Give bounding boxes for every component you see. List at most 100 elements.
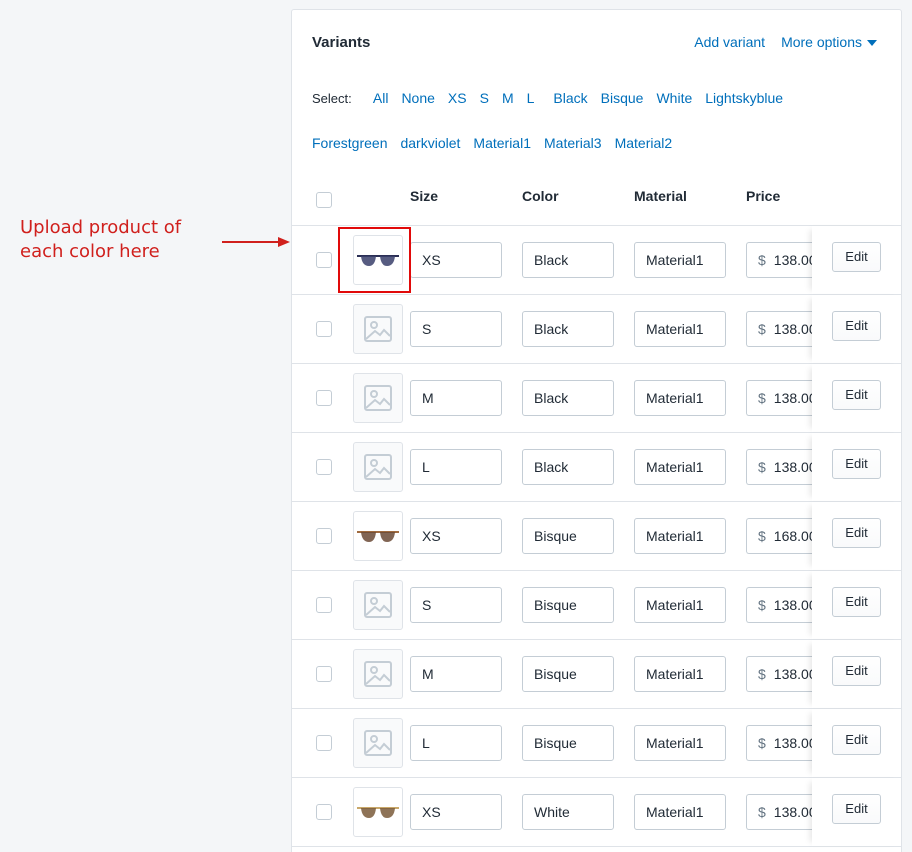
color-value: Black [534,390,569,406]
select-option-darkviolet[interactable]: darkviolet [400,135,460,151]
row-checkbox[interactable] [316,735,332,751]
variants-title: Variants [312,34,371,51]
annotation-arrow-icon [222,237,290,247]
add-variant-link[interactable]: Add variant [694,34,765,50]
edit-button[interactable]: Edit [832,518,881,548]
gold-aviator-sunglasses-icon [356,801,400,823]
material-field[interactable]: Material1 [634,449,726,485]
select-option-material3[interactable]: Material3 [544,135,602,151]
select-option-black[interactable]: Black [553,90,587,106]
select-option-lightskyblue[interactable]: Lightskyblue [705,90,783,106]
size-field[interactable]: S [410,587,502,623]
select-option-material2[interactable]: Material2 [615,135,673,151]
material-value: Material1 [646,252,704,268]
edit-button[interactable]: Edit [832,587,881,617]
color-field[interactable]: White [522,794,614,830]
variant-image-thumb[interactable] [353,511,403,561]
select-option-material1[interactable]: Material1 [473,135,531,151]
variant-image-thumb[interactable] [353,649,403,699]
variant-image-thumb[interactable] [353,580,403,630]
material-field[interactable]: Material1 [634,656,726,692]
table-row: XS Bisque Material1 $168.00 Edit [292,502,901,571]
annotation-line-1: Upload product of [20,217,182,238]
size-field[interactable]: XS [410,794,502,830]
more-options-label[interactable]: More options [781,34,862,50]
row-checkbox[interactable] [316,390,332,406]
more-options-button[interactable]: More options [781,34,877,50]
edit-button[interactable]: Edit [832,725,881,755]
currency-symbol: $ [758,666,766,682]
header-material: Material [634,188,687,204]
annotation-line-2: each color here [20,241,160,262]
select-option-all[interactable]: All [373,90,389,106]
size-field[interactable]: S [410,311,502,347]
edit-button[interactable]: Edit [832,794,881,824]
edit-button[interactable]: Edit [832,311,881,341]
row-checkbox[interactable] [316,252,332,268]
material-field[interactable]: Material1 [634,794,726,830]
size-field[interactable]: XS [410,242,502,278]
color-field[interactable]: Bisque [522,725,614,761]
variant-image-thumb[interactable] [353,787,403,837]
material-field[interactable]: Material1 [634,587,726,623]
color-value: Bisque [534,735,577,751]
variant-image-thumb[interactable] [353,442,403,492]
header-price: Price [746,188,781,204]
row-checkbox[interactable] [316,528,332,544]
edit-button[interactable]: Edit [832,242,881,272]
material-field[interactable]: Material1 [634,380,726,416]
currency-symbol: $ [758,804,766,820]
select-all-checkbox[interactable] [316,192,332,208]
color-field[interactable]: Black [522,449,614,485]
color-field[interactable]: Bisque [522,518,614,554]
select-option-none[interactable]: None [401,90,434,106]
material-field[interactable]: Material1 [634,311,726,347]
size-field[interactable]: M [410,380,502,416]
edit-column: Edit [812,295,901,363]
size-field[interactable]: XS [410,518,502,554]
variant-image-thumb[interactable] [353,373,403,423]
row-checkbox[interactable] [316,321,332,337]
variant-image-thumb[interactable] [353,304,403,354]
edit-button[interactable]: Edit [832,656,881,686]
size-value: M [422,390,434,406]
variants-card: Variants Add variant More options Select… [291,9,902,852]
select-option-xs[interactable]: XS [448,90,467,106]
select-option-forestgreen[interactable]: Forestgreen [312,135,387,151]
color-field[interactable]: Bisque [522,656,614,692]
size-field[interactable]: L [410,449,502,485]
size-value: L [422,735,430,751]
row-checkbox[interactable] [316,597,332,613]
material-value: Material1 [646,390,704,406]
select-option-white[interactable]: White [656,90,692,106]
row-checkbox[interactable] [316,459,332,475]
color-field[interactable]: Black [522,380,614,416]
color-field[interactable]: Bisque [522,587,614,623]
edit-column: Edit [812,640,901,708]
color-field[interactable]: Black [522,311,614,347]
table-row: L Black Material1 $138.00 Edit [292,433,901,502]
size-field[interactable]: M [410,656,502,692]
edit-button[interactable]: Edit [832,449,881,479]
material-value: Material1 [646,666,704,682]
table-row: S Bisque Material1 $138.00 Edit [292,571,901,640]
material-field[interactable]: Material1 [634,518,726,554]
row-checkbox[interactable] [316,804,332,820]
currency-symbol: $ [758,459,766,475]
table-header: Size Color Material Price [292,174,901,226]
size-value: S [422,597,432,613]
select-option-l[interactable]: L [527,90,535,106]
row-checkbox[interactable] [316,666,332,682]
color-field[interactable]: Black [522,242,614,278]
variants-table-body: XS Black Material1 $138.00 Edit S Black Materia… [292,226,901,847]
edit-button[interactable]: Edit [832,380,881,410]
material-field[interactable]: Material1 [634,725,726,761]
material-field[interactable]: Material1 [634,242,726,278]
select-option-m[interactable]: M [502,90,514,106]
currency-symbol: $ [758,528,766,544]
variant-image-thumb[interactable] [353,718,403,768]
select-option-bisque[interactable]: Bisque [601,90,644,106]
size-field[interactable]: L [410,725,502,761]
edit-column: Edit [812,502,901,570]
select-option-s[interactable]: S [480,90,489,106]
